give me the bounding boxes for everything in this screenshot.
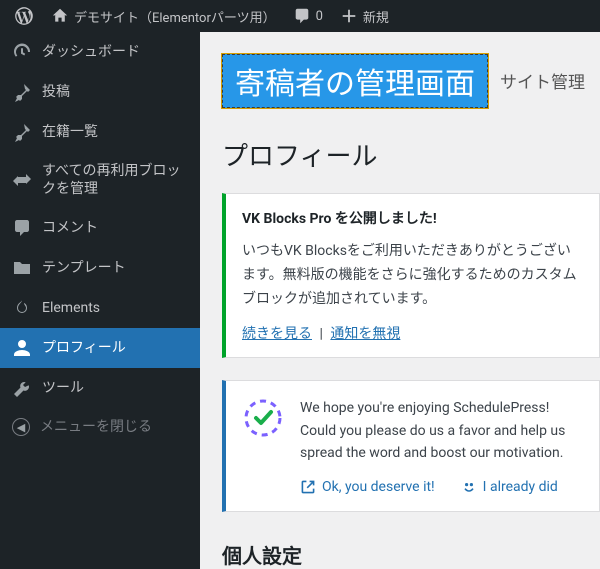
notice-body: いつもVK Blocksをご利用いただきありがとうございます。無料版の機能をさら… <box>242 240 583 311</box>
user-icon <box>12 338 32 358</box>
sidebar-item-label: プロフィール <box>42 339 126 357</box>
sidebar-item-label: Elements <box>42 299 100 317</box>
notice-action-done[interactable]: I already did <box>461 479 558 495</box>
sidebar-item-label: テンプレート <box>42 259 126 277</box>
sidebar-item-label: ダッシュボード <box>42 43 140 61</box>
sidebar-item-label: コメント <box>42 219 98 237</box>
sidebar-item-label: ツール <box>42 379 84 397</box>
flame-icon <box>12 298 32 318</box>
notice-action-ok[interactable]: Ok, you deserve it! <box>300 479 435 495</box>
wp-logo[interactable] <box>6 0 42 32</box>
notice-body: We hope you're enjoying SchedulePress! C… <box>300 397 583 464</box>
dashboard-icon <box>12 42 32 62</box>
sidebar-item-label: すべての再利用ブロックを管理 <box>42 162 188 198</box>
schedulepress-notice: We hope you're enjoying SchedulePress! C… <box>222 380 600 511</box>
schedulepress-logo-icon <box>242 397 284 439</box>
page-title: プロフィール <box>222 136 600 173</box>
wordpress-logo-icon <box>14 6 34 26</box>
pin-icon <box>12 122 32 142</box>
sidebar-item-posts[interactable]: 投稿 <box>0 72 200 112</box>
notice-actions: Ok, you deserve it! I already did <box>300 479 583 495</box>
main-content: 寄稿者の管理画面 サイト管理 プロフィール VK Blocks Pro を公開し… <box>200 32 600 569</box>
external-link-icon <box>300 479 316 495</box>
section-heading: 個人設定 <box>222 540 600 569</box>
sidebar-item-tools[interactable]: ツール <box>0 368 200 408</box>
site-title-label: デモサイト（Elementorパーツ用） <box>74 7 276 26</box>
home-icon <box>50 6 70 26</box>
plus-icon <box>339 6 359 26</box>
separator: | <box>315 326 326 342</box>
notice-actions: 続きを見る | 通知を無視 <box>242 323 583 343</box>
notice-link-dismiss[interactable]: 通知を無視 <box>330 326 400 342</box>
page-highlight-badge: 寄稿者の管理画面 <box>222 54 488 108</box>
new-content-link[interactable]: 新規 <box>331 0 397 32</box>
sidebar-item-enroll[interactable]: 在籍一覧 <box>0 112 200 152</box>
comments-count-label: 0 <box>316 9 323 24</box>
notice-action-ok-label: Ok, you deserve it! <box>322 479 435 495</box>
folder-icon <box>12 258 32 278</box>
comment-icon <box>12 218 32 238</box>
sidebar-item-label: 投稿 <box>42 83 70 101</box>
admin-bar: デモサイト（Elementorパーツ用） 0 新規 <box>0 0 600 32</box>
collapse-icon: ◀ <box>12 418 30 436</box>
notice-title: VK Blocks Pro を公開しました! <box>242 208 583 228</box>
sidebar-item-templates[interactable]: テンプレート <box>0 248 200 288</box>
site-title-link[interactable]: デモサイト（Elementorパーツ用） <box>42 0 284 32</box>
sidebar-collapse-label: メニューを閉じる <box>40 418 152 436</box>
sidebar-item-label: 在籍一覧 <box>42 123 98 141</box>
controls-repeat-icon <box>12 170 32 190</box>
notice-link-more[interactable]: 続きを見る <box>242 326 312 342</box>
notice-action-done-label: I already did <box>483 479 558 495</box>
pin-icon <box>12 82 32 102</box>
sidebar-item-comments[interactable]: コメント <box>0 208 200 248</box>
admin-sidebar: ダッシュボード 投稿 在籍一覧 すべての再利用ブロックを管理 コメント <box>0 32 200 569</box>
sidebar-item-dashboard[interactable]: ダッシュボード <box>0 32 200 72</box>
sidebar-item-reusable-blocks[interactable]: すべての再利用ブロックを管理 <box>0 152 200 208</box>
wrench-icon <box>12 378 32 398</box>
sidebar-item-profile[interactable]: プロフィール <box>0 328 200 368</box>
sidebar-item-elements[interactable]: Elements <box>0 288 200 328</box>
new-label: 新規 <box>363 7 389 26</box>
help-tab-label[interactable]: サイト管理 <box>500 68 585 93</box>
sidebar-collapse[interactable]: ◀ メニューを閉じる <box>0 408 200 446</box>
comment-icon <box>292 6 312 26</box>
smile-icon <box>461 479 477 495</box>
vk-blocks-notice: VK Blocks Pro を公開しました! いつもVK Blocksをご利用い… <box>222 193 600 358</box>
comments-link[interactable]: 0 <box>284 0 331 32</box>
